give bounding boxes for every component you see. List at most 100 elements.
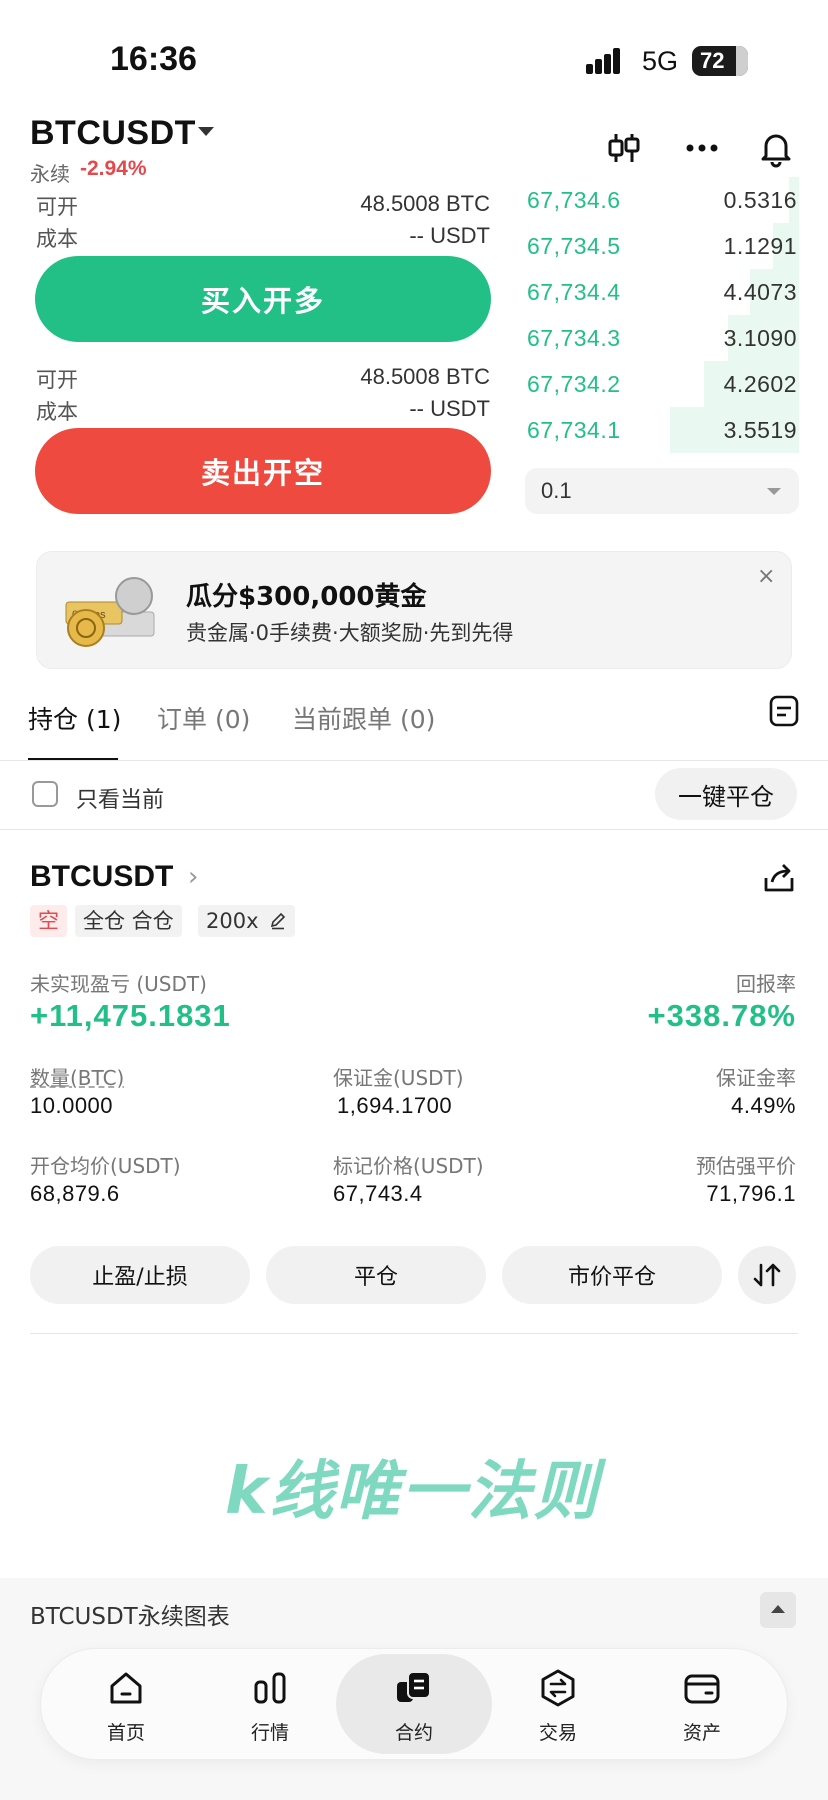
banner-subtitle: 贵金属·0手续费·大额奖励·先到先得 (186, 621, 514, 645)
order-book-price: 67,734.3 (527, 325, 621, 351)
order-book-qty: 4.4073 (723, 279, 797, 305)
order-book-row[interactable]: 67,734.4 4.4073 (525, 269, 799, 315)
depth-step-value: 0.1 (541, 478, 572, 503)
chart-expand-button[interactable] (760, 1592, 796, 1628)
caret-down-icon[interactable] (198, 127, 214, 136)
margin-ratio-label: 保证金率 (716, 1066, 796, 1090)
signal-icon (586, 48, 620, 74)
order-book-price: 67,734.5 (527, 233, 621, 259)
order-book-row[interactable]: 67,734.2 4.2602 (525, 361, 799, 407)
nav-market-label: 行情 (250, 1722, 289, 1744)
order-book-row[interactable]: 67,734.5 1.1291 (525, 223, 799, 269)
status-time: 16:36 (110, 40, 197, 78)
price-change: -2.94% (80, 157, 147, 180)
watermark-text: k线唯一法则 (225, 1455, 600, 1529)
entry-price-value: 68,879.6 (30, 1181, 120, 1206)
tab-positions[interactable]: 持仓 (1) (28, 700, 121, 736)
close-icon[interactable]: × (757, 564, 775, 589)
nav-assets[interactable]: 资产 (642, 1664, 762, 1750)
mark-price-value: 67,743.4 (333, 1181, 423, 1206)
buy-long-button[interactable]: 买入开多 (35, 256, 491, 342)
tp-sl-button[interactable]: 止盈/止损 (30, 1246, 250, 1304)
divider (0, 760, 828, 761)
size-value: 10.0000 (30, 1093, 114, 1118)
margin-ratio-value: 4.49% (731, 1093, 796, 1118)
candlestick-chart-icon[interactable] (604, 128, 644, 168)
position-pair[interactable]: BTCUSDT (30, 860, 173, 894)
buy-available-value: 48.5008 BTC (360, 191, 490, 216)
side-tag: 空 (30, 905, 67, 937)
mark-price-label: 标记价格(USDT) (333, 1154, 484, 1178)
trade-icon (541, 1669, 575, 1707)
gold-coins-icon: 0 Fees (65, 577, 155, 647)
edit-icon (271, 912, 286, 930)
order-history-icon[interactable] (768, 694, 800, 728)
bell-icon[interactable] (756, 128, 796, 168)
only-current-checkbox[interactable] (32, 781, 58, 807)
nav-home[interactable]: 首页 (66, 1664, 186, 1750)
share-icon[interactable] (762, 862, 796, 894)
network-label: 5G (642, 46, 679, 76)
chart-drawer-label[interactable]: BTCUSDT永续图表 (30, 1597, 230, 1631)
divider (30, 1333, 798, 1334)
market-close-button[interactable]: 市价平仓 (502, 1246, 722, 1304)
caret-up-icon (771, 1605, 785, 1613)
wallet-icon (684, 1674, 720, 1704)
nav-trade-label: 交易 (538, 1722, 577, 1744)
close-position-button[interactable]: 平仓 (266, 1246, 486, 1304)
market-icon (254, 1672, 286, 1704)
banner-title: 瓜分$300,000黄金 (186, 582, 427, 612)
leverage-tag[interactable]: 200x (198, 905, 296, 937)
order-book-qty: 1.1291 (723, 233, 797, 259)
nav-market[interactable]: 行情 (210, 1664, 330, 1750)
only-current-label[interactable]: 只看当前 (76, 782, 164, 814)
pnl-label: 未实现盈亏 (USDT) (30, 972, 207, 996)
margin-mode-tag: 全仓 合仓 (75, 905, 182, 937)
buy-cost-value: -- USDT (409, 223, 490, 248)
entry-price-label: 开仓均价(USDT) (30, 1154, 181, 1178)
swap-arrows-icon (753, 1263, 781, 1287)
sell-available-value: 48.5008 BTC (360, 364, 490, 389)
home-icon (110, 1672, 142, 1704)
depth-step-select[interactable]: 0.1 (525, 468, 799, 514)
buy-available-label: 可开 (36, 195, 78, 219)
nav-home-label: 首页 (106, 1722, 145, 1744)
order-book-row[interactable]: 67,734.6 0.5316 (525, 177, 799, 223)
contract-type: 永续 (30, 162, 70, 186)
buy-cost-label: 成本 (36, 227, 78, 251)
nav-assets-label: 资产 (682, 1722, 721, 1744)
chevron-down-icon (767, 488, 781, 495)
order-book-row[interactable]: 67,734.1 3.5519 (525, 407, 799, 453)
order-book-price: 67,734.6 (527, 187, 621, 213)
reverse-position-button[interactable] (738, 1246, 796, 1304)
order-book-price: 67,734.2 (527, 371, 621, 397)
battery-icon: 72 (692, 46, 748, 76)
order-book-qty: 3.1090 (723, 325, 797, 351)
divider (0, 829, 828, 830)
margin-label: 保证金(USDT) (333, 1066, 464, 1090)
sell-available-label: 可开 (36, 368, 78, 392)
chevron-right-icon[interactable]: › (188, 862, 198, 892)
liq-price-value: 71,796.1 (706, 1181, 796, 1206)
roe-value: +338.78% (647, 998, 796, 1033)
tab-orders[interactable]: 订单 (0) (157, 700, 250, 736)
order-book-qty: 3.5519 (723, 417, 797, 443)
nav-futures-label: 合约 (394, 1722, 433, 1744)
sell-cost-label: 成本 (36, 400, 78, 424)
battery-level: 72 (700, 48, 725, 73)
size-label[interactable]: 数量(BTC) (30, 1062, 124, 1091)
order-book-qty: 4.2602 (723, 371, 797, 397)
order-book-row[interactable]: 67,734.3 3.1090 (525, 315, 799, 361)
pnl-value: +11,475.1831 (30, 998, 231, 1033)
nav-trade[interactable]: 交易 (498, 1664, 618, 1750)
tab-copy-trades[interactable]: 当前跟单 (0) (292, 700, 435, 736)
sell-short-button[interactable]: 卖出开空 (35, 428, 491, 514)
order-book-qty: 0.5316 (723, 187, 797, 213)
close-all-button[interactable]: 一键平仓 (655, 768, 797, 820)
nav-futures[interactable]: 合约 (354, 1664, 474, 1750)
more-icon[interactable] (682, 128, 722, 168)
order-book-price: 67,734.4 (527, 279, 621, 305)
pair-selector[interactable]: BTCUSDT (30, 114, 196, 153)
futures-icon (397, 1671, 431, 1702)
sell-cost-value: -- USDT (409, 396, 490, 421)
